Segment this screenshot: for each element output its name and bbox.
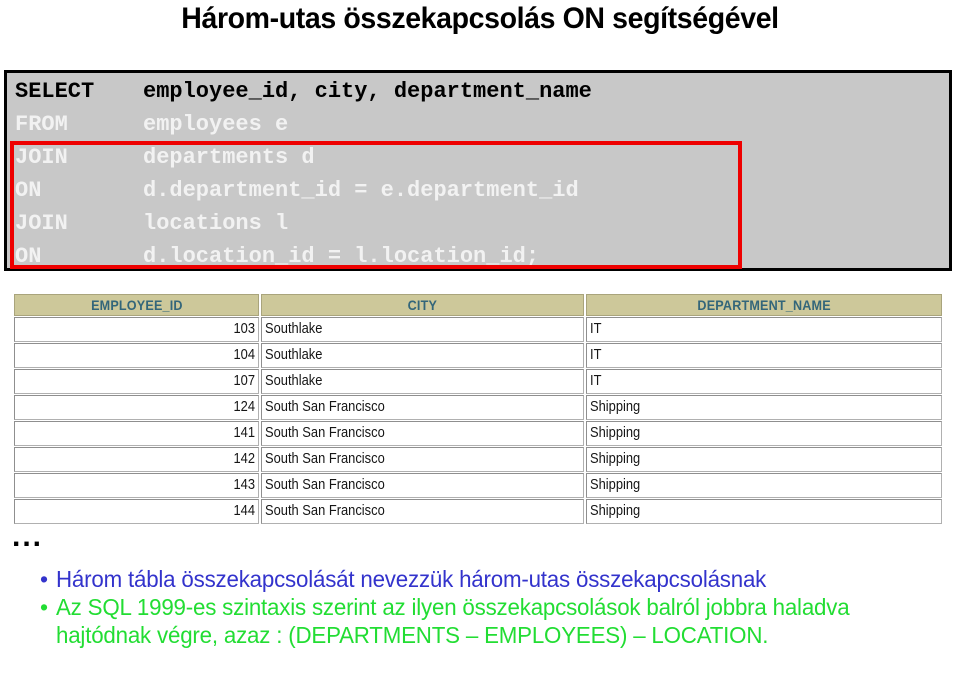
- sql-line: SELECT employee_id, city, department_name: [7, 75, 949, 108]
- sql-code-lines: SELECT employee_id, city, department_name…: [7, 75, 949, 273]
- sql-keyword: ON: [15, 178, 42, 203]
- sql-line: FROM employees e: [7, 108, 949, 141]
- table-row[interactable]: 124 South San Francisco Shipping: [14, 395, 942, 420]
- cell-employee-id: 141: [14, 421, 259, 446]
- sql-code-panel: SELECT employee_id, city, department_name…: [4, 70, 952, 271]
- bullet-list: • Három tábla összekapcsolását nevezzük h…: [38, 565, 950, 649]
- cell-employee-id: 103: [14, 317, 259, 342]
- column-header-city: CITY: [261, 294, 584, 316]
- table-row[interactable]: 107 Southlake IT: [14, 369, 942, 394]
- cell-employee-id: 142: [14, 447, 259, 472]
- cell-city: South San Francisco: [261, 447, 584, 472]
- column-header-department-name: DEPARTMENT_NAME: [586, 294, 942, 316]
- cell-city: Southlake: [261, 369, 584, 394]
- cell-city: Southlake: [261, 343, 584, 368]
- cell-department-name: Shipping: [586, 499, 942, 524]
- sql-line: ON d.department_id = e.department_id: [7, 174, 949, 207]
- sql-line: JOIN locations l: [7, 207, 949, 240]
- cell-employee-id: 124: [14, 395, 259, 420]
- table-row[interactable]: 143 South San Francisco Shipping: [14, 473, 942, 498]
- sql-keyword: SELECT: [15, 79, 95, 104]
- sql-expression: d.department_id = e.department_id: [143, 178, 579, 203]
- cell-employee-id: 104: [14, 343, 259, 368]
- cell-employee-id: 144: [14, 499, 259, 524]
- cell-city: South San Francisco: [261, 499, 584, 524]
- table-row[interactable]: 141 South San Francisco Shipping: [14, 421, 942, 446]
- sql-keyword: JOIN: [15, 145, 68, 170]
- bullet-item: • Az SQL 1999-es szintaxis szerint az ily…: [38, 593, 950, 649]
- sql-expression: employee_id, city, department_name: [143, 79, 592, 104]
- cell-department-name: IT: [586, 317, 942, 342]
- bullet-text: Három tábla összekapcsolását nevezzük há…: [56, 566, 767, 592]
- bullet-item: • Három tábla összekapcsolását nevezzük h…: [38, 565, 950, 593]
- cell-city: South San Francisco: [261, 395, 584, 420]
- table-row[interactable]: 144 South San Francisco Shipping: [14, 499, 942, 524]
- table-row[interactable]: 142 South San Francisco Shipping: [14, 447, 942, 472]
- sql-keyword: FROM: [15, 112, 68, 137]
- cell-department-name: Shipping: [586, 421, 942, 446]
- table-body: 103 Southlake IT 104 Southlake IT 107 Southlake…: [14, 317, 942, 524]
- cell-department-name: IT: [586, 369, 942, 394]
- sql-line: JOIN departments d: [7, 141, 949, 174]
- cell-city: South San Francisco: [261, 473, 584, 498]
- table-row[interactable]: 103 Southlake IT: [14, 317, 942, 342]
- cell-department-name: IT: [586, 343, 942, 368]
- query-result-grid: EMPLOYEE_ID CITY DEPARTMENT_NAME 103 Sout…: [14, 294, 942, 532]
- sql-keyword: ON: [15, 244, 42, 269]
- sql-expression: d.location_id = l.location_id;: [143, 244, 540, 269]
- sql-expression: employees e: [143, 112, 289, 137]
- sql-keyword: JOIN: [15, 211, 68, 236]
- cell-department-name: Shipping: [586, 447, 942, 472]
- bullet-text: Az SQL 1999-es szintaxis szerint az ilye…: [56, 594, 850, 648]
- sql-line: ON d.location_id = l.location_id;: [7, 240, 949, 273]
- bullet-dot-icon: •: [40, 594, 48, 620]
- page-title: Három-utas összekapcsolás ON segítségéve…: [181, 2, 779, 35]
- cell-department-name: Shipping: [586, 473, 942, 498]
- cell-city: South San Francisco: [261, 421, 584, 446]
- table-header-row: EMPLOYEE_ID CITY DEPARTMENT_NAME: [14, 294, 942, 316]
- cell-department-name: Shipping: [586, 395, 942, 420]
- column-header-employee-id: EMPLOYEE_ID: [14, 294, 259, 316]
- table-row[interactable]: 104 Southlake IT: [14, 343, 942, 368]
- cell-city: Southlake: [261, 317, 584, 342]
- ellipsis-marker: ...: [12, 520, 44, 553]
- sql-expression: departments d: [143, 145, 315, 170]
- cell-employee-id: 143: [14, 473, 259, 498]
- bullet-dot-icon: •: [40, 566, 48, 592]
- cell-employee-id: 107: [14, 369, 259, 394]
- sql-expression: locations l: [143, 211, 289, 236]
